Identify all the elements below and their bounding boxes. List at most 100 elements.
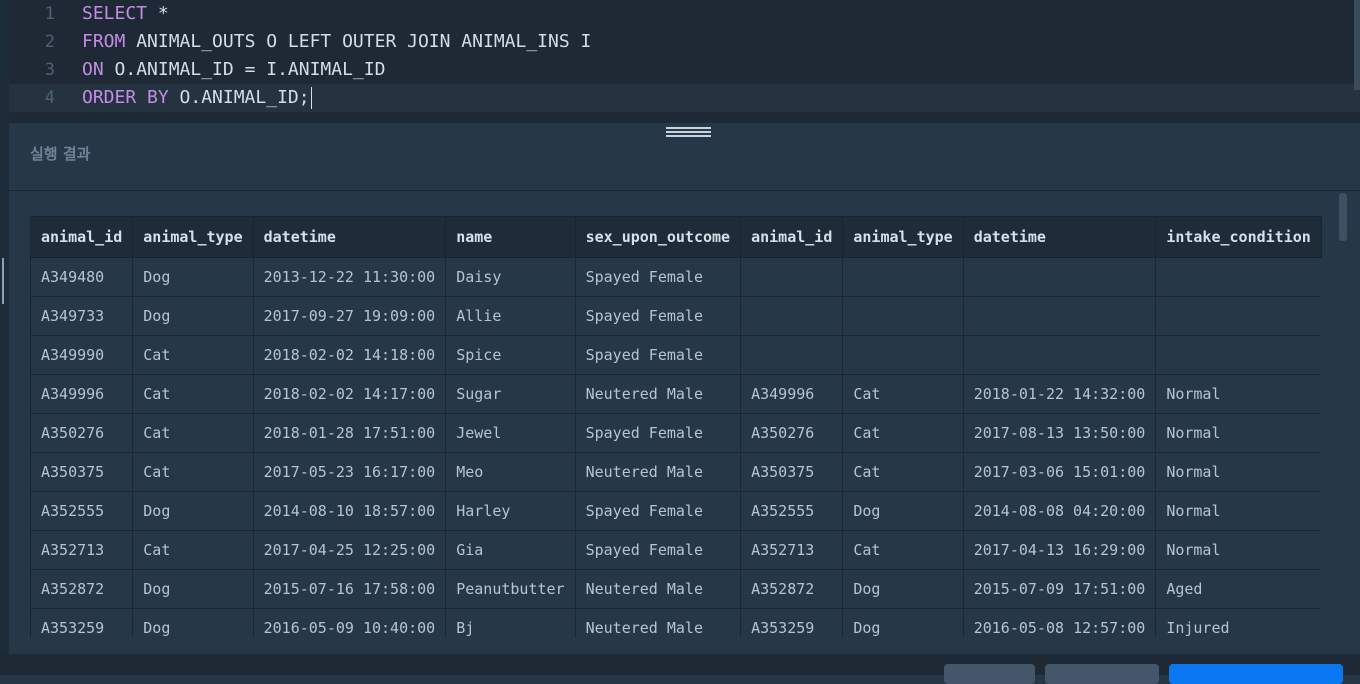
table-cell: Dog — [132, 296, 254, 336]
code-text[interactable]: ORDER BY O.ANIMAL_ID; — [82, 84, 312, 112]
table-cell — [962, 296, 1156, 336]
table-cell: 2018-01-28 17:51:00 — [252, 413, 446, 453]
resize-handle[interactable] — [666, 127, 711, 139]
table-cell: Aged — [1155, 569, 1322, 609]
table-row: A352713 Cat 2017-04-25 12:25:00 Gia Spayed F… — [30, 530, 1322, 570]
code-line-3[interactable]: 3 ON O.ANIMAL_ID = I.ANIMAL_ID — [9, 56, 1360, 84]
table-cell: Dog — [842, 569, 964, 609]
column-header[interactable]: animal_id — [30, 216, 134, 258]
column-header[interactable]: name — [445, 216, 576, 258]
table-row: A350375 Cat 2017-05-23 16:17:00 Meo Neutered… — [30, 452, 1322, 492]
sql-keyword: SELECT — [82, 3, 148, 24]
scroll-marker — [2, 258, 4, 304]
table-cell: Sugar — [445, 374, 576, 414]
table-cell: Normal — [1155, 491, 1322, 531]
table-cell: A349990 — [30, 335, 133, 375]
table-cell — [1155, 296, 1322, 336]
table-cell: 2014-08-10 18:57:00 — [252, 491, 446, 531]
table-cell: Injured — [1155, 608, 1322, 638]
editor-scrollbar[interactable] — [1354, 0, 1360, 90]
table-cell: 2017-04-25 12:25:00 — [252, 530, 446, 570]
column-header[interactable]: animal_type — [842, 216, 964, 258]
table-cell: A352713 — [740, 530, 843, 570]
sql-text: * — [147, 3, 169, 24]
table-cell: Harley — [445, 491, 576, 531]
table-cell — [740, 335, 843, 375]
footer-button-1[interactable] — [944, 664, 1035, 684]
code-line-2[interactable]: 2 FROM ANIMAL_OUTS O LEFT OUTER JOIN ANI… — [9, 28, 1360, 56]
table-cell: Neutered Male — [574, 452, 741, 492]
code-text[interactable]: ON O.ANIMAL_ID = I.ANIMAL_ID — [82, 56, 385, 84]
code-line-4[interactable]: 4 ORDER BY O.ANIMAL_ID; — [9, 84, 1360, 112]
column-header[interactable]: intake_condition — [1155, 216, 1322, 258]
table-cell: Normal — [1155, 452, 1322, 492]
table-cell: Jewel — [445, 413, 576, 453]
code-text[interactable]: FROM ANIMAL_OUTS O LEFT OUTER JOIN ANIMA… — [82, 28, 591, 56]
table-cell — [962, 257, 1156, 297]
table-row: A352555 Dog 2014-08-10 18:57:00 Harley Spaye… — [30, 491, 1322, 531]
code-line-1[interactable]: 1 SELECT * — [9, 0, 1360, 28]
table-cell: 2017-04-13 16:29:00 — [962, 530, 1156, 570]
table-cell: A352872 — [740, 569, 843, 609]
left-gutter — [0, 0, 9, 675]
table-row: A353259 Dog 2016-05-09 10:40:00 Bj Neutered … — [30, 608, 1322, 638]
table-cell: 2013-12-22 11:30:00 — [252, 257, 446, 297]
table-cell — [842, 257, 964, 297]
table-cell: A353259 — [740, 608, 843, 638]
primary-button[interactable] — [1169, 664, 1343, 684]
table-cell: Dog — [132, 491, 254, 531]
table-cell: A352713 — [30, 530, 133, 570]
text-cursor — [310, 87, 312, 109]
table-cell: 2016-05-09 10:40:00 — [252, 608, 446, 638]
results-table-container[interactable]: animal_id animal_type datetime name sex_upon… — [30, 216, 1338, 638]
table-cell: Spayed Female — [574, 491, 741, 531]
table-cell: A352555 — [30, 491, 133, 531]
sql-keyword: ORDER BY — [82, 87, 169, 108]
table-cell: Cat — [132, 530, 254, 570]
table-row: A352872 Dog 2015-07-16 17:58:00 Peanutbutte… — [30, 569, 1322, 609]
footer-button-2[interactable] — [1045, 664, 1159, 684]
table-cell: Gia — [445, 530, 576, 570]
table-cell: 2014-08-08 04:20:00 — [962, 491, 1156, 531]
table-cell: Normal — [1155, 530, 1322, 570]
table-cell: 2017-09-27 19:09:00 — [252, 296, 446, 336]
table-cell: 2018-02-02 14:18:00 — [252, 335, 446, 375]
table-cell: A350276 — [740, 413, 843, 453]
table-cell — [842, 296, 964, 336]
code-text[interactable]: SELECT * — [82, 0, 169, 28]
table-cell: 2017-08-13 13:50:00 — [962, 413, 1156, 453]
table-row: A349990 Cat 2018-02-02 14:18:00 Spice Spayed… — [30, 335, 1322, 375]
table-cell: A352872 — [30, 569, 133, 609]
column-header[interactable]: datetime — [962, 216, 1157, 258]
table-cell: Daisy — [445, 257, 576, 297]
table-cell: Neutered Male — [574, 608, 741, 638]
table-cell: Spayed Female — [574, 296, 741, 336]
table-row: A349480 Dog 2013-12-22 11:30:00 Daisy Spayed… — [30, 257, 1322, 297]
table-cell: Cat — [842, 530, 964, 570]
column-header[interactable]: animal_id — [740, 216, 844, 258]
column-header[interactable]: sex_upon_outcome — [574, 216, 742, 258]
table-cell: Dog — [132, 608, 254, 638]
table-cell — [1155, 335, 1322, 375]
table-cell — [842, 335, 964, 375]
line-number: 3 — [44, 60, 55, 80]
table-cell: 2018-01-22 14:32:00 — [962, 374, 1156, 414]
column-header[interactable]: datetime — [252, 216, 447, 258]
results-title: 실행 결과 — [30, 145, 91, 163]
divider — [9, 190, 1360, 191]
table-cell — [1155, 257, 1322, 297]
sql-editor[interactable]: 1 SELECT * 2 FROM ANIMAL_OUTS O LEFT OUT… — [9, 0, 1360, 123]
table-cell — [740, 296, 843, 336]
table-cell: Spayed Female — [574, 335, 741, 375]
table-cell: 2016-05-08 12:57:00 — [962, 608, 1156, 638]
table-cell: A352555 — [740, 491, 843, 531]
line-number: 1 — [44, 4, 55, 24]
table-row: A349996 Cat 2018-02-02 14:17:00 Sugar Neuter… — [30, 374, 1322, 414]
table-cell: Bj — [445, 608, 576, 638]
line-number: 4 — [44, 88, 55, 108]
table-scrollbar[interactable] — [1339, 193, 1347, 241]
table-cell: Neutered Male — [574, 569, 741, 609]
column-header[interactable]: animal_type — [132, 216, 254, 258]
line-number: 2 — [44, 32, 55, 52]
table-cell: A350375 — [30, 452, 133, 492]
